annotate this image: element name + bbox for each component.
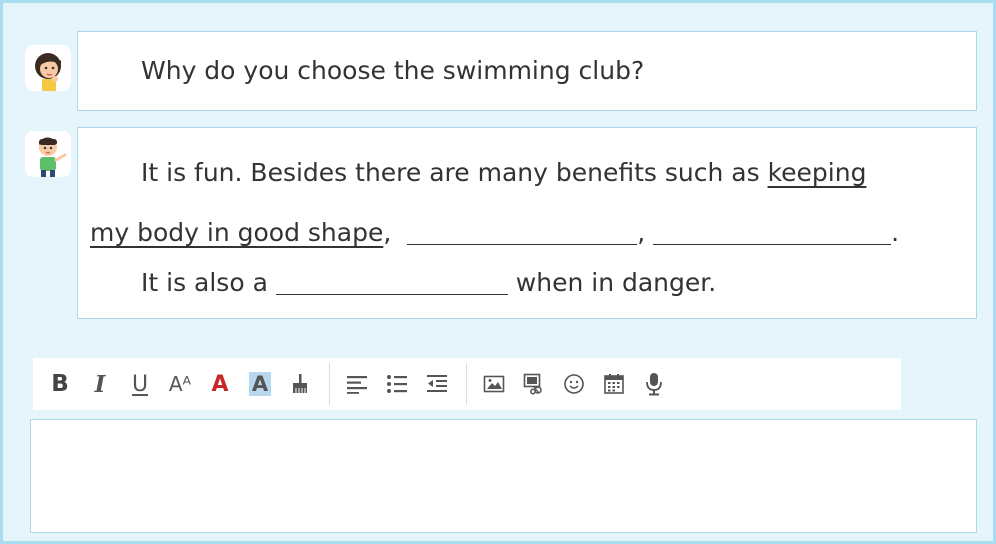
font-color-icon: A (211, 371, 229, 397)
question-bubble: Why do you choose the swimming club? (77, 31, 977, 111)
answer-line-2: my body in good shape, , . (90, 215, 899, 251)
comma-2: , (637, 218, 646, 247)
blank-3 (275, 265, 508, 295)
answer-text-3-suffix: when in danger. (507, 268, 717, 297)
screenshot-button[interactable] (515, 365, 553, 403)
highlight-icon: A (248, 372, 272, 396)
underline-button[interactable]: U (121, 365, 159, 403)
exercise-panel: Why do you choose the swimming club? It … (0, 0, 996, 544)
align-left-icon (347, 376, 367, 394)
underlined-keeping: keeping (767, 158, 867, 187)
comma-1: , (383, 218, 392, 247)
answer-bubble: It is fun. Besides there are many benefi… (77, 127, 977, 319)
bold-button[interactable]: B (41, 365, 79, 403)
girl-avatar (25, 45, 71, 91)
insert-image-button[interactable] (475, 365, 513, 403)
toolbar-divider (466, 363, 467, 405)
list-icon (387, 375, 407, 393)
bold-icon: B (51, 371, 69, 397)
italic-icon: I (94, 370, 106, 398)
list-button[interactable] (378, 365, 416, 403)
italic-button[interactable]: I (81, 365, 119, 403)
period: . (891, 218, 900, 247)
clear-format-button[interactable] (281, 365, 319, 403)
answer-line-1: It is fun. Besides there are many benefi… (141, 155, 866, 191)
font-size-button[interactable]: Aᴬ (161, 365, 199, 403)
calendar-button[interactable] (595, 365, 633, 403)
smiley-icon (564, 374, 584, 394)
microphone-icon (646, 373, 662, 396)
editor-toolbar: B I U Aᴬ A A (33, 358, 901, 410)
boy-avatar (25, 131, 71, 177)
question-text: Why do you choose the swimming club? (141, 56, 645, 85)
voice-button[interactable] (635, 365, 673, 403)
screenshot-icon (523, 373, 542, 395)
underline-icon: U (131, 371, 149, 397)
align-button[interactable] (338, 365, 376, 403)
answer-line-3: It is also a when in danger. (141, 265, 716, 301)
brush-icon (293, 374, 307, 393)
emoji-button[interactable] (555, 365, 593, 403)
blank-2 (653, 215, 892, 245)
highlight-button[interactable]: A (241, 365, 279, 403)
calendar-icon (604, 374, 624, 394)
font-size-icon: Aᴬ (168, 372, 192, 396)
answer-text-1: It is fun. Besides there are many benefi… (141, 158, 768, 187)
answer-editor[interactable] (30, 419, 977, 533)
outdent-button[interactable] (418, 365, 456, 403)
blank-1 (407, 215, 638, 245)
font-color-button[interactable]: A (201, 365, 239, 403)
answer-text-3-prefix: It is also a (141, 268, 276, 297)
outdent-icon (427, 375, 447, 392)
image-icon (483, 375, 505, 393)
underlined-phrase: my body in good shape (90, 218, 384, 247)
toolbar-divider (329, 363, 330, 405)
